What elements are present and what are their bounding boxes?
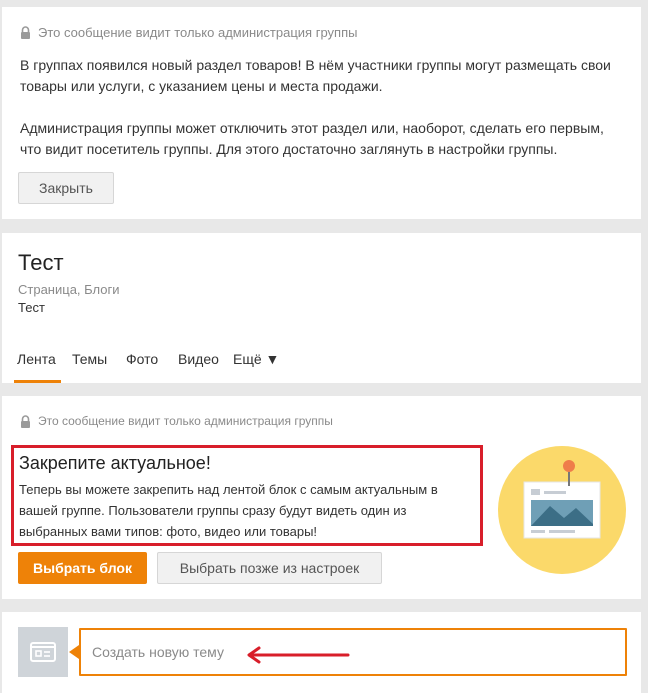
- composer-pointer: [69, 645, 79, 659]
- notice-line: что видит посетитель группы. Для этого д…: [20, 141, 558, 157]
- notice-line: Администрация группы может отключить это…: [20, 120, 604, 136]
- group-category: Страница, Блоги: [18, 282, 120, 297]
- active-tab-underline: [14, 380, 61, 383]
- new-topic-input[interactable]: Создать новую тему: [79, 628, 627, 676]
- group-description: Тест: [18, 300, 45, 315]
- pin-notice-card: Это сообщение видит только администрация…: [2, 396, 641, 599]
- annotation-arrow-icon: [246, 646, 350, 664]
- tab-video[interactable]: Видео: [178, 351, 219, 367]
- pin-heading: Закрепите актуальное!: [19, 453, 211, 473]
- admin-only-note: Это сообщение видит только администрация…: [20, 414, 333, 428]
- pin-text-line: выбранных вами типов: фото, видео или то…: [19, 524, 318, 539]
- tab-topics[interactable]: Темы: [72, 351, 107, 367]
- new-topic-placeholder: Создать новую тему: [92, 644, 224, 660]
- choose-later-button[interactable]: Выбрать позже из настроек: [157, 552, 382, 584]
- admin-note-text: Это сообщение видит только администрация…: [38, 25, 358, 40]
- admin-only-note: Это сообщение видит только администрация…: [20, 25, 357, 40]
- close-button[interactable]: Закрыть: [18, 172, 114, 204]
- notice-line: В группах появился новый раздел товаров!…: [20, 57, 611, 73]
- notice-line: товары или услуги, с указанием цены и ме…: [20, 78, 383, 94]
- products-notice-card: Это сообщение видит только администрация…: [2, 7, 641, 219]
- topic-icon: [18, 627, 68, 677]
- pinned-photo-illustration: [498, 446, 626, 574]
- lock-icon: [20, 414, 31, 428]
- lock-icon: [20, 26, 31, 39]
- choose-block-button[interactable]: Выбрать блок: [18, 552, 147, 584]
- pin-text-line: Теперь вы можете закрепить над лентой бл…: [19, 482, 438, 497]
- notice-body: В группах появился новый раздел товаров!…: [20, 55, 630, 160]
- topic-composer-card: Создать новую тему: [2, 612, 641, 693]
- tab-feed[interactable]: Лента: [17, 351, 56, 367]
- admin-note-text: Это сообщение видит только администрация…: [38, 414, 333, 428]
- group-title: Тест: [18, 250, 64, 275]
- tab-photo[interactable]: Фото: [126, 351, 158, 367]
- pin-highlight-box: Закрепите актуальное! Теперь вы можете з…: [11, 445, 483, 546]
- tab-more[interactable]: Ещё ▼: [233, 351, 279, 367]
- notice-spacer: [20, 97, 630, 118]
- pin-text-line: вашей группе. Пользователи группы сразу …: [19, 503, 407, 518]
